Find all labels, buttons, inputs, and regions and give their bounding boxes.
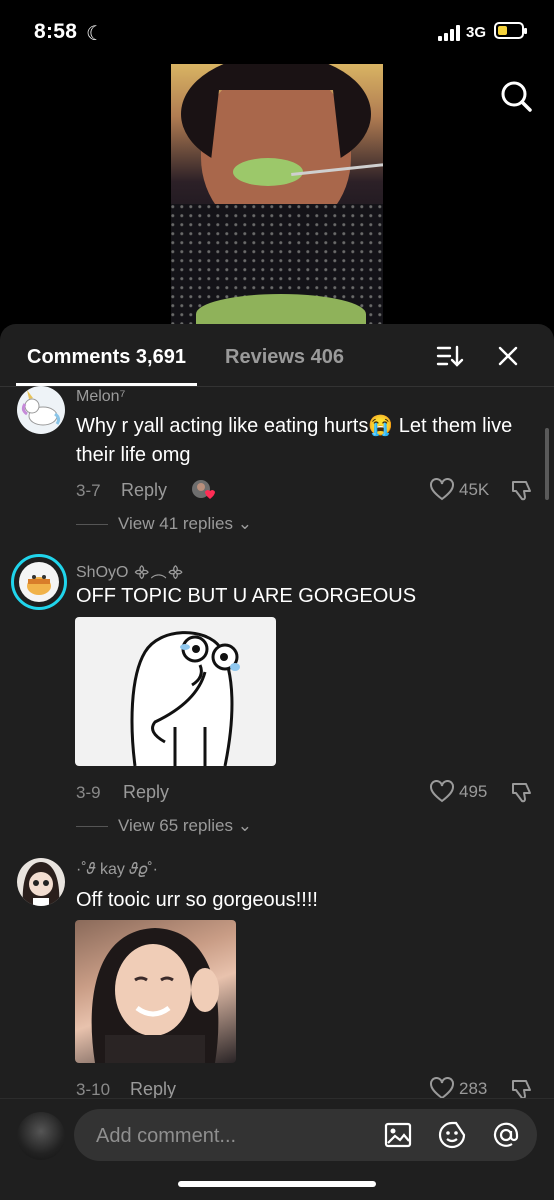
reply-button[interactable]: Reply bbox=[130, 1079, 176, 1100]
view-replies-label: View 65 replies bbox=[118, 816, 233, 835]
compose-bar bbox=[0, 1098, 554, 1200]
reply-button[interactable]: Reply bbox=[121, 480, 167, 501]
sort-icon[interactable] bbox=[436, 344, 464, 368]
avatar[interactable] bbox=[17, 386, 65, 434]
close-icon[interactable] bbox=[496, 344, 520, 368]
view-replies-button[interactable]: View 41 replies ⌄ bbox=[76, 514, 252, 534]
signal-icon bbox=[438, 25, 460, 41]
tab-reviews[interactable]: Reviews 406 bbox=[225, 346, 344, 369]
heart-icon bbox=[430, 780, 454, 803]
like-count: 45K bbox=[459, 480, 490, 499]
status-time: 8:58 bbox=[34, 20, 78, 43]
my-avatar bbox=[17, 1112, 65, 1160]
avatar[interactable] bbox=[17, 858, 65, 906]
tab-comments[interactable]: Comments 3,691 bbox=[27, 346, 186, 369]
video-preview[interactable] bbox=[171, 64, 383, 326]
tab-bar: Comments 3,691 Reviews 406 bbox=[0, 324, 554, 387]
reply-button[interactable]: Reply bbox=[123, 782, 169, 803]
like-count: 495 bbox=[459, 782, 488, 801]
home-indicator bbox=[178, 1181, 376, 1187]
status-bar: 8:58 ☾ 3G bbox=[0, 0, 554, 64]
view-replies-button[interactable]: View 65 replies ⌄ bbox=[76, 816, 252, 836]
like-button[interactable]: 495 bbox=[429, 780, 499, 804]
comment-text: Why r yall acting like eating hurts😭 Let… bbox=[76, 415, 513, 466]
chevron-down-icon: ⌄ bbox=[237, 514, 252, 533]
like-count: 283 bbox=[459, 1079, 488, 1098]
dislike-icon[interactable] bbox=[510, 478, 534, 502]
mention-icon[interactable] bbox=[492, 1121, 520, 1149]
chevron-down-icon: ⌄ bbox=[237, 816, 252, 835]
comment-date: 3-7 bbox=[76, 481, 101, 500]
moon-icon: ☾ bbox=[86, 23, 104, 45]
creator-liked-avatar bbox=[190, 478, 215, 502]
network-type: 3G bbox=[466, 24, 487, 41]
avatar[interactable] bbox=[11, 554, 67, 610]
comment-sticker-image[interactable] bbox=[75, 617, 276, 766]
comment-input-container[interactable] bbox=[74, 1109, 537, 1163]
scrollbar[interactable] bbox=[545, 428, 549, 500]
comment-date: 3-9 bbox=[76, 783, 101, 802]
battery-icon bbox=[494, 22, 527, 39]
comment-username[interactable]: ·˚𝜗 kay 𝜗𝜚˚· bbox=[76, 861, 158, 879]
view-replies-label: View 41 replies bbox=[118, 514, 233, 533]
comment-date: 3-10 bbox=[76, 1080, 111, 1099]
search-icon[interactable] bbox=[498, 78, 534, 114]
comment-text: Off tooic urr so gorgeous!!!! bbox=[76, 889, 318, 911]
emoji-icon[interactable] bbox=[438, 1121, 466, 1149]
like-button[interactable]: 45K bbox=[429, 478, 499, 502]
heart-icon bbox=[430, 478, 454, 501]
comment-username[interactable]: ShOyO ᯽︵᯽ bbox=[76, 558, 184, 582]
comment-photo[interactable] bbox=[75, 920, 236, 1063]
image-icon[interactable] bbox=[384, 1121, 412, 1149]
comment-input[interactable] bbox=[94, 1109, 378, 1163]
comment-text: OFF TOPIC BUT U ARE GORGEOUS bbox=[76, 585, 417, 607]
dislike-icon[interactable] bbox=[510, 780, 534, 804]
comment-username[interactable]: Melon⁷ bbox=[76, 388, 125, 406]
